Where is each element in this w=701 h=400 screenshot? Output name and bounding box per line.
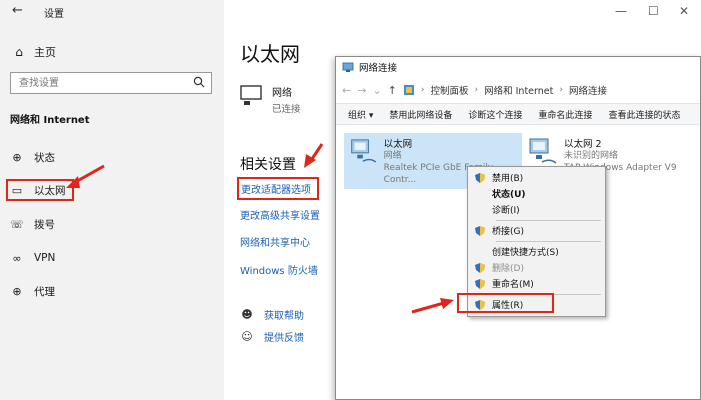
help-icon: ☻ bbox=[241, 308, 253, 321]
maximize-icon[interactable]: ☐ bbox=[648, 4, 659, 18]
menu-item-label: 桥接(G) bbox=[492, 227, 524, 237]
menu-item-label: 重命名(M) bbox=[492, 280, 534, 290]
search-input[interactable] bbox=[11, 73, 181, 93]
advanced-sharing-link[interactable]: 更改高级共享设置 bbox=[240, 207, 320, 222]
adapter-name: 以太网 bbox=[383, 139, 413, 150]
sidebar-item-status[interactable]: ⊕ 状态 bbox=[10, 148, 55, 166]
menu-item-delete: 删除(D) bbox=[474, 260, 524, 275]
search-icon bbox=[193, 76, 205, 88]
network-adapter-icon bbox=[351, 139, 377, 163]
control-panel-icon bbox=[403, 85, 414, 95]
menu-separator bbox=[496, 241, 601, 242]
menu-item-label: 删除(D) bbox=[492, 264, 524, 274]
menu-item-label: 诊断(I) bbox=[492, 206, 520, 216]
shield-icon bbox=[475, 278, 485, 289]
home-label: 主页 bbox=[34, 46, 56, 59]
sidebar-item-proxy[interactable]: ⊕ 代理 bbox=[10, 282, 55, 300]
breadcrumb-item[interactable]: 控制面板 bbox=[430, 83, 468, 97]
search-box[interactable] bbox=[10, 72, 212, 94]
firewall-link[interactable]: Windows 防火墙 bbox=[240, 262, 318, 277]
proxy-icon: ⊕ bbox=[12, 284, 22, 298]
back-arrow-icon[interactable]: ← bbox=[12, 3, 23, 18]
close-icon[interactable]: ✕ bbox=[679, 4, 689, 18]
sidebar-item-label: 拨号 bbox=[34, 218, 55, 231]
chevron-down-icon[interactable]: ⌄ bbox=[372, 84, 381, 97]
feedback-link[interactable]: ☺ 提供反馈 bbox=[240, 329, 304, 344]
menu-item-diagnose[interactable]: 诊断(I) bbox=[474, 202, 520, 217]
annotation-arrow-adapter-link bbox=[304, 143, 324, 168]
vpn-icon: ∞ bbox=[12, 251, 22, 265]
view-status-button[interactable]: 查看此连接的状态 bbox=[600, 108, 688, 121]
sidebar-item-label: 以太网 bbox=[34, 184, 66, 197]
menu-item-label: 创建快捷方式(S) bbox=[492, 248, 559, 258]
rename-button[interactable]: 重命名此连接 bbox=[530, 108, 600, 121]
settings-sidebar: ← 设置 ⌂ 主页 网络和 Internet ⊕ 状态 ▭ 以太网 ☏ 拨号 ∞… bbox=[0, 0, 224, 400]
sharing-center-link[interactable]: 网络和共享中心 bbox=[240, 234, 310, 249]
menu-item-rename[interactable]: 重命名(M) bbox=[474, 276, 534, 291]
menu-item-create-shortcut[interactable]: 创建快捷方式(S) bbox=[474, 244, 559, 259]
adapter-network: 未识别的网络 bbox=[564, 151, 619, 161]
menu-item-status[interactable]: 状态(U) bbox=[474, 186, 526, 201]
adapter-status: 已连接 bbox=[272, 104, 301, 115]
breadcrumb-separator: › bbox=[420, 85, 425, 95]
sidebar-item-dialup[interactable]: ☏ 拨号 bbox=[10, 215, 55, 233]
command-bar: 组织 ▾ 禁用此网络设备 诊断这个连接 重命名此连接 查看此连接的状态 bbox=[336, 103, 700, 125]
shield-icon bbox=[475, 262, 485, 273]
status-icon: ⊕ bbox=[12, 150, 22, 164]
get-help-link[interactable]: ☻ 获取帮助 bbox=[240, 307, 304, 322]
menu-item-bridge[interactable]: 桥接(G) bbox=[474, 223, 524, 238]
sidebar-item-label: VPN bbox=[34, 252, 56, 264]
window-titlebar: 网络连接 bbox=[336, 57, 700, 77]
section-heading: 网络和 Internet bbox=[10, 115, 90, 126]
app-title: 设置 bbox=[44, 9, 64, 20]
network-folder-icon bbox=[342, 62, 354, 72]
menu-item-label: 状态(U) bbox=[492, 190, 526, 200]
page-title: 以太网 bbox=[240, 42, 300, 66]
adapter-network: 网络 bbox=[383, 151, 402, 161]
help-label: 获取帮助 bbox=[264, 311, 304, 322]
organize-button[interactable]: 组织 ▾ bbox=[340, 108, 381, 121]
menu-separator bbox=[496, 220, 601, 221]
adapter-name: 以太网 2 bbox=[564, 139, 602, 150]
up-icon[interactable]: ↑ bbox=[388, 84, 397, 97]
breadcrumb-item[interactable]: 网络连接 bbox=[569, 83, 607, 97]
shield-icon bbox=[475, 172, 485, 183]
window-title: 网络连接 bbox=[359, 63, 398, 74]
feedback-label: 提供反馈 bbox=[264, 333, 304, 344]
menu-item-label: 禁用(B) bbox=[492, 174, 524, 184]
network-adapter-icon bbox=[529, 138, 557, 164]
ethernet-icon: ▭ bbox=[11, 183, 23, 197]
breadcrumb-separator: › bbox=[474, 85, 479, 95]
minimize-icon[interactable]: — bbox=[615, 4, 627, 18]
breadcrumb-item[interactable]: 网络和 Internet bbox=[484, 83, 553, 97]
adapter-name: 网络 bbox=[272, 88, 292, 99]
disable-device-button[interactable]: 禁用此网络设备 bbox=[381, 108, 460, 121]
sidebar-item-label: 代理 bbox=[34, 285, 55, 298]
home-nav-item[interactable]: ⌂ 主页 bbox=[12, 44, 56, 60]
address-bar[interactable]: ← → ⌄ ↑ › 控制面板 › 网络和 Internet › 网络连接 bbox=[336, 77, 700, 103]
ethernet-status[interactable]: 网络 已连接 bbox=[240, 84, 301, 115]
annotation-arrow-properties bbox=[411, 298, 454, 314]
feedback-icon: ☺ bbox=[241, 330, 253, 343]
back-icon[interactable]: ← bbox=[342, 84, 351, 97]
shield-icon bbox=[475, 225, 485, 236]
diagnose-button[interactable]: 诊断这个连接 bbox=[460, 108, 530, 121]
properties-highlight bbox=[457, 293, 554, 313]
sidebar-item-label: 状态 bbox=[34, 151, 55, 164]
monitor-icon bbox=[240, 85, 262, 105]
related-settings-heading: 相关设置 bbox=[240, 157, 296, 173]
sidebar-item-vpn[interactable]: ∞ VPN bbox=[10, 249, 55, 267]
breadcrumb-separator: › bbox=[559, 85, 563, 95]
change-adapter-options-link[interactable]: 更改适配器选项 bbox=[237, 177, 319, 200]
dialup-icon: ☏ bbox=[10, 217, 24, 231]
menu-item-disable[interactable]: 禁用(B) bbox=[474, 170, 523, 185]
home-icon: ⌂ bbox=[15, 45, 23, 59]
forward-icon[interactable]: → bbox=[357, 84, 366, 97]
annotation-arrow-ethernet bbox=[66, 164, 105, 188]
